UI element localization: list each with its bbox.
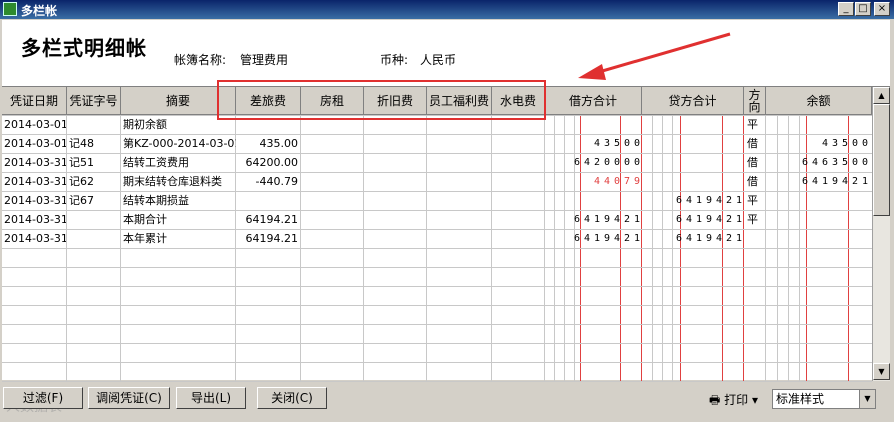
cell-direction (747, 229, 765, 248)
cell-voucher (69, 115, 119, 134)
cell-voucher (69, 210, 119, 229)
cell-travel: 64194.21 (245, 213, 299, 226)
col-header-credit[interactable]: 贷方合计 (642, 87, 744, 115)
currency-label: 币种: (380, 53, 409, 67)
col-header-balance[interactable]: 余额 (766, 87, 872, 115)
ledger-table[interactable]: 凭证日期 凭证字号 摘要 差旅费 房租 折旧费 员工福利费 水电费 借方合计 贷… (2, 86, 890, 382)
filter-button[interactable]: 过滤(F) (3, 387, 83, 409)
cell-date: 2014-03-31 (4, 175, 66, 188)
cell-debit-digits: 43500 (593, 138, 641, 149)
cell-travel: -440.79 (255, 175, 298, 188)
minimize-button[interactable]: _ (838, 2, 854, 16)
cell-voucher: 记62 (69, 175, 94, 188)
cell-direction: 借 (747, 175, 758, 188)
cell-debit-digits: 44079 (593, 176, 641, 187)
view-voucher-button[interactable]: 调阅凭证(C) (88, 387, 170, 409)
scroll-up-icon[interactable]: ▲ (873, 87, 890, 104)
cell-summary: 结转本期损益 (123, 194, 189, 207)
cell-debit-digits: 6419421 (573, 214, 641, 225)
col-header-voucher[interactable]: 凭证字号 (67, 87, 121, 115)
cell-debit-digits: 6419421 (573, 233, 641, 244)
chevron-down-icon[interactable]: ▼ (859, 390, 875, 408)
title-bar: 多栏帐 _ □ × (0, 0, 894, 19)
maximize-button[interactable]: □ (855, 2, 871, 16)
footer-bar: 人数据表 过滤(F) 调阅凭证(C) 导出(L) 关闭(C) 🖶 打印 ▾ 标准… (0, 382, 894, 422)
cell-direction: 借 (747, 137, 758, 150)
col-header-date[interactable]: 凭证日期 (2, 87, 67, 115)
cell-credit-digits: 6419421 (675, 214, 743, 225)
cell-summary: 本期合计 (123, 213, 167, 226)
cell-summary: 期末结转仓库退料类 (123, 175, 222, 188)
cell-balance-digits: 6463500 (801, 157, 869, 168)
app-icon (3, 2, 17, 16)
cell-debit-digits: 6420000 (573, 157, 641, 168)
scroll-thumb[interactable] (873, 104, 890, 216)
cell-travel: 435.00 (259, 137, 299, 150)
cell-date: 2014-03-31 (4, 213, 66, 226)
cell-date: 2014-03-31 (4, 156, 66, 169)
cell-voucher: 记48 (69, 137, 94, 150)
account-label: 帐簿名称: (174, 53, 227, 67)
account-value: 管理费用 (240, 53, 289, 67)
vertical-scrollbar[interactable]: ▲ ▼ (872, 87, 890, 381)
window-title: 多栏帐 (21, 4, 58, 18)
col-header-debit[interactable]: 借方合计 (545, 87, 642, 115)
close-window-button[interactable]: × (874, 2, 890, 16)
cell-credit-digits: 6419421 (675, 195, 743, 206)
cell-balance-digits: 6419421 (801, 176, 869, 187)
style-select[interactable]: 标准样式 ▼ (772, 389, 876, 409)
cell-date: 2014-03-01 (4, 137, 66, 150)
cell-summary: 第KZ-000-2014-03-01 (123, 137, 236, 150)
cell-travel: 64200.00 (245, 156, 299, 169)
print-button[interactable]: 🖶 打印 ▾ (709, 391, 758, 412)
cell-date: 2014-03-31 (4, 232, 66, 245)
cell-voucher: 记67 (69, 194, 94, 207)
cell-date: 2014-03-01 (4, 118, 66, 131)
annotation-highlight-box (217, 80, 546, 120)
col-header-direction[interactable]: 方 向 (744, 87, 766, 115)
cell-direction: 平 (747, 118, 758, 131)
cell-travel (238, 191, 298, 210)
currency-value: 人民币 (420, 53, 457, 67)
cell-voucher: 记51 (69, 156, 94, 169)
page-title: 多栏式明细帐 (21, 36, 147, 60)
cell-date: 2014-03-31 (4, 194, 66, 207)
report-header: 多栏式明细帐 帐簿名称: 管理费用 币种: 人民币 (2, 20, 890, 86)
print-label: 打印 ▾ (724, 393, 758, 407)
cell-travel: 64194.21 (245, 232, 299, 245)
cell-voucher (69, 229, 119, 248)
printer-icon: 🖶 (709, 393, 721, 407)
cell-direction: 借 (747, 156, 758, 169)
cell-balance-digits: 43500 (821, 138, 869, 149)
scroll-down-icon[interactable]: ▼ (873, 363, 890, 380)
cell-credit-digits: 6419421 (675, 233, 743, 244)
export-button[interactable]: 导出(L) (176, 387, 246, 409)
cell-summary: 结转工资费用 (123, 156, 189, 169)
style-select-value: 标准样式 (776, 392, 825, 406)
cell-direction: 平 (747, 213, 758, 226)
close-button[interactable]: 关闭(C) (257, 387, 327, 409)
annotation-arrow-icon (578, 32, 731, 80)
cell-direction: 平 (747, 194, 758, 207)
cell-summary: 本年累计 (123, 232, 167, 245)
